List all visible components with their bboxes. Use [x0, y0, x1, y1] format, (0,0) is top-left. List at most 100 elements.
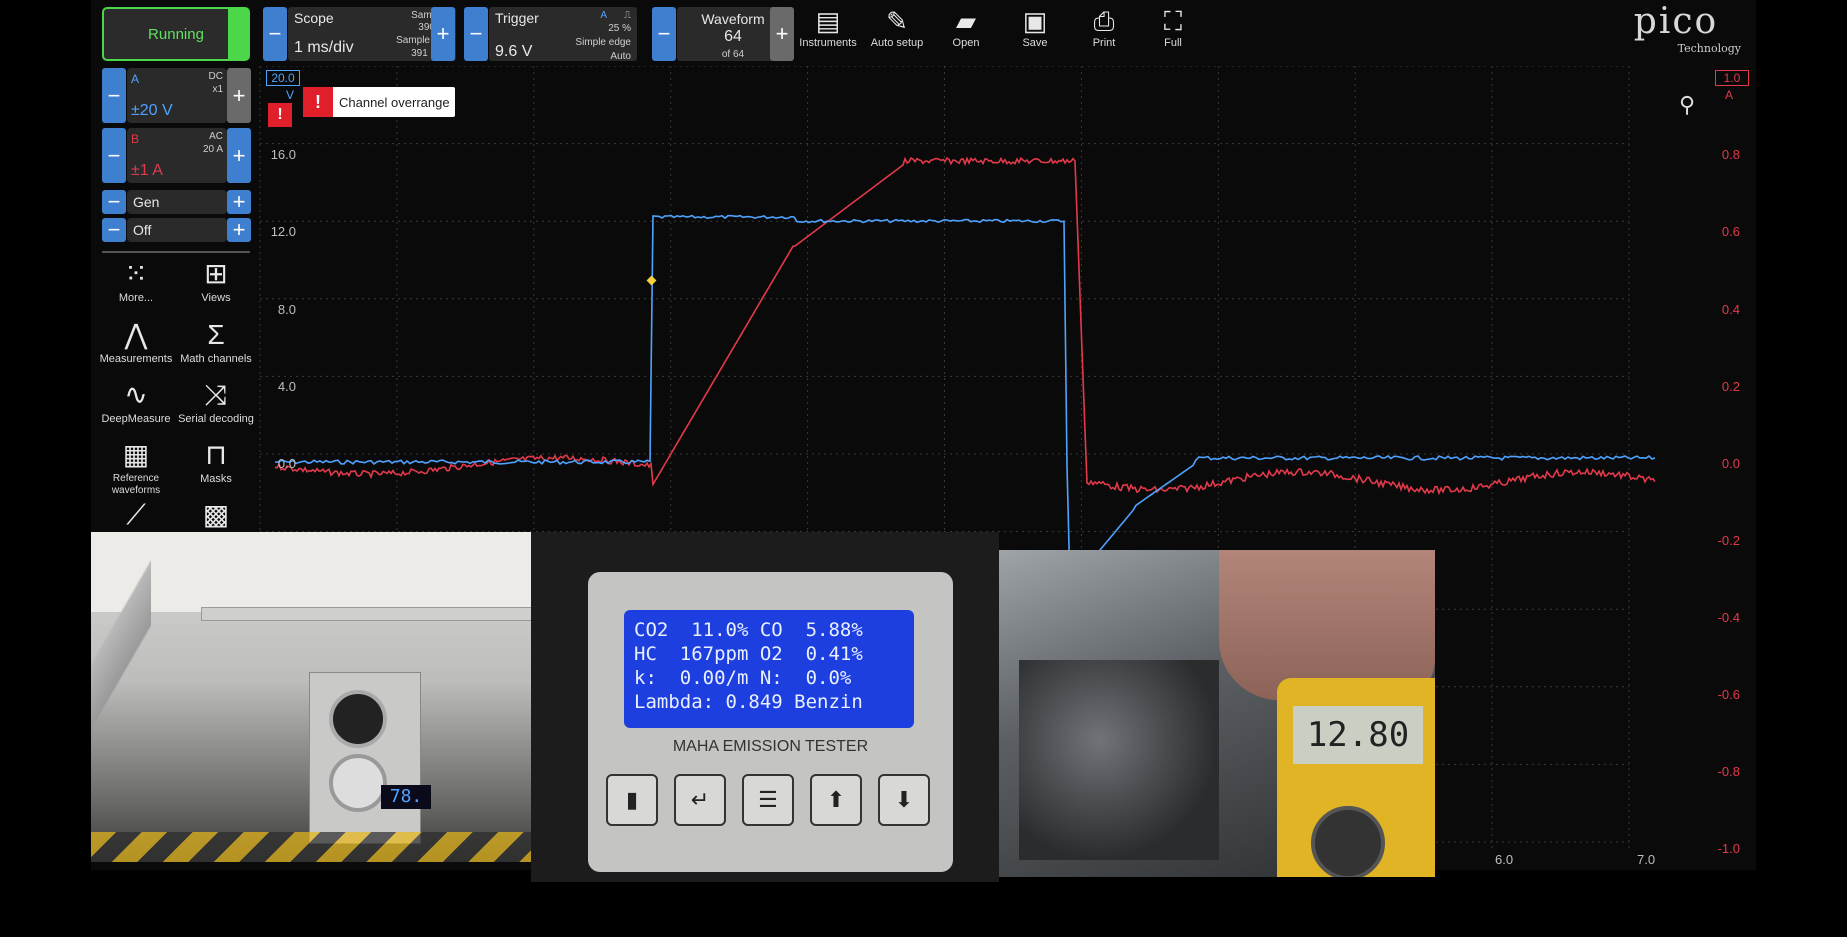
deepmeasure-button[interactable]: ∿ DeepMeasure	[96, 377, 176, 425]
wand-icon: ✎	[886, 6, 908, 36]
right-axis-top[interactable]: 1.0	[1715, 70, 1749, 86]
logo-main: pico	[1633, 1, 1719, 42]
pressure-gauge-white	[329, 754, 387, 812]
alert-icon: !	[303, 87, 333, 117]
run-stop-button[interactable]: Running	[102, 7, 250, 61]
reference-waveforms-button[interactable]: ▦ Reference waveforms	[96, 437, 176, 497]
x-tick: 6.0	[1495, 852, 1514, 867]
lcd-line: CO2 11.0% CO 5.88%	[634, 619, 863, 641]
folder-icon: ▰	[956, 6, 976, 36]
auto-setup-label: Auto setup	[870, 37, 924, 49]
trigger-decrease-button[interactable]: −	[464, 7, 488, 61]
instruments-button[interactable]: ▤ Instruments	[798, 5, 858, 49]
pico-logo: pico Technology	[1611, 1, 1741, 56]
overrange-warning-icon[interactable]: !	[268, 103, 292, 127]
left-axis-top[interactable]: 20.0	[266, 70, 300, 86]
timebase-decrease-button[interactable]: −	[263, 7, 287, 61]
trigger-level-value: 9.6 V	[495, 43, 533, 60]
channel-overrange-toast[interactable]: ! Channel overrange	[303, 87, 455, 117]
deepmeasure-icon: ∿	[124, 379, 148, 410]
zoom-icon[interactable]: ⚲	[1679, 92, 1695, 118]
trigger-control[interactable]: Trigger 9.6 V A ⎍ 25 % Simple edge Auto	[489, 7, 637, 62]
measurements-button[interactable]: ⋀ Measurements	[96, 317, 176, 365]
reference-waveforms-label: Reference waveforms	[111, 473, 161, 496]
save-icon: ▣	[1022, 6, 1048, 36]
video-panel-gauges: 78.	[91, 532, 531, 862]
right-tick: 0.4	[1721, 302, 1740, 317]
channel-a-range-decrease[interactable]: −	[102, 68, 126, 123]
off-decrease[interactable]: −	[102, 217, 126, 242]
channel-b-range: ±1 A	[131, 162, 163, 179]
tester-lcd: CO2 11.0% CO 5.88% HC 167ppm O2 0.41% k: 0…	[624, 610, 914, 728]
tester-body: CO2 11.0% CO 5.88% HC 167ppm O2 0.41% k: 0…	[588, 572, 953, 872]
waveform-previous-button[interactable]: −	[652, 7, 676, 61]
enter-key-icon: ↵	[674, 774, 726, 826]
scope-title: Scope	[294, 10, 334, 26]
video-panel-emission-tester: CO2 11.0% CO 5.88% HC 167ppm O2 0.41% k: 0…	[531, 532, 999, 882]
save-button[interactable]: ▣ Save	[1005, 5, 1065, 49]
left-tick: 0.0	[277, 456, 296, 471]
full-label: Full	[1164, 37, 1182, 49]
open-button[interactable]: ▰ Open	[936, 5, 996, 49]
more-label: More...	[118, 292, 154, 304]
channel-a-range: ±20 V	[131, 102, 173, 119]
timebase-value: 1 ms/div	[294, 39, 354, 56]
timebase-increase-button[interactable]: +	[431, 7, 455, 61]
gen-decrease[interactable]: −	[102, 189, 126, 214]
engine-bay	[1019, 660, 1219, 860]
channel-b-trace	[274, 156, 1656, 496]
video-panel-multimeter: 12.80	[999, 550, 1435, 877]
menu-key-icon: ☰	[742, 774, 794, 826]
right-tick: 0.6	[1721, 224, 1740, 239]
off-label: Off	[133, 222, 152, 238]
multimeter-body: 12.80	[1277, 678, 1435, 877]
right-tick: -0.8	[1717, 764, 1740, 779]
print-button[interactable]: ⎙ Print	[1074, 5, 1134, 49]
measurements-label: Measurements	[99, 353, 173, 365]
left-tick: 16.0	[270, 147, 296, 162]
reference-waveforms-icon: ▦	[122, 439, 150, 470]
gen-label: Gen	[133, 194, 160, 210]
full-screen-button[interactable]: ⛶ Full	[1143, 5, 1203, 49]
overrange-message: Channel overrange	[339, 94, 450, 110]
right-tick: 0.2	[1721, 379, 1740, 394]
exit-key-icon: ▮	[606, 774, 658, 826]
up-arrow-key-icon: ⬆	[810, 774, 862, 826]
down-arrow-key-icon: ⬇	[878, 774, 930, 826]
more-button[interactable]: ⁙ More...	[96, 256, 176, 304]
instruments-icon: ▤	[815, 6, 841, 36]
wall	[91, 532, 531, 612]
left-tick: 4.0	[277, 379, 296, 394]
tester-brand: MAHA EMISSION TESTER	[672, 738, 869, 755]
trigger-mode: Auto	[610, 51, 631, 62]
ruler-icon: ⟋	[126, 499, 146, 530]
lcd-line: HC 167ppm O2 0.41%	[634, 643, 863, 665]
measurements-icon: ⋀	[124, 319, 148, 350]
channel-a-name: A	[131, 72, 140, 86]
right-tick: -1.0	[1717, 841, 1740, 856]
trigger-marker[interactable]	[646, 275, 657, 286]
hood-strut	[91, 532, 151, 862]
channel-b-range-decrease[interactable]: −	[102, 128, 126, 183]
hazard-stripes	[91, 832, 531, 862]
more-icon: ⁙	[124, 258, 148, 289]
print-icon: ⎙	[1093, 6, 1115, 36]
run-indicator	[228, 9, 248, 59]
logo-sub: Technology	[1677, 42, 1741, 55]
channel-b-name: B	[131, 132, 140, 146]
auto-setup-button[interactable]: ✎ Auto setup	[867, 5, 927, 49]
instruments-label: Instruments	[799, 37, 857, 49]
left-tick: 8.0	[277, 302, 296, 317]
fullscreen-icon: ⛶	[1163, 6, 1183, 36]
right-axis-unit: A	[1725, 88, 1734, 102]
ruler-button[interactable]: ⟋	[96, 497, 176, 533]
pressure-gauge-red	[329, 690, 387, 748]
run-state-label: Running	[148, 25, 204, 43]
trigger-percent: 25 %	[608, 23, 631, 34]
deepmeasure-label: DeepMeasure	[101, 413, 171, 425]
trigger-edge-icon: ⎍	[624, 10, 631, 21]
open-label: Open	[952, 37, 980, 49]
frame-rail	[201, 607, 531, 621]
waveform-next-button[interactable]: +	[770, 7, 794, 61]
left-tick: 12.0	[270, 224, 296, 239]
